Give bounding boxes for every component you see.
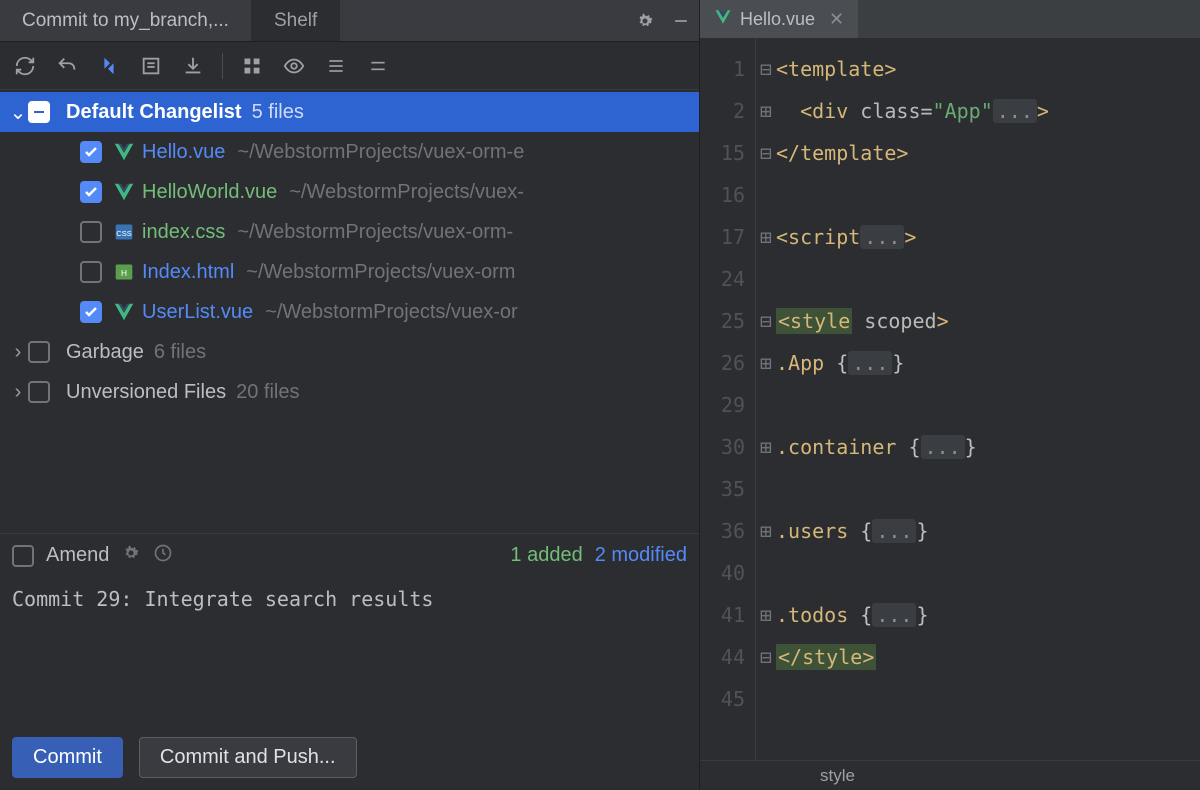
file-name: Index.html (142, 261, 234, 284)
tab-commit[interactable]: Commit to my_branch,... (0, 0, 252, 41)
file-count: 6 files (154, 341, 206, 364)
tab-label: Hello.vue (740, 9, 815, 30)
commit-buttons: Commit Commit and Push... (0, 737, 699, 790)
modified-count: 2 modified (595, 544, 687, 567)
file-row[interactable]: UserList.vue ~/WebstormProjects/vuex-or (0, 292, 699, 332)
file-name: Hello.vue (142, 141, 225, 164)
expand-icon[interactable] (319, 49, 353, 83)
amend-bar: Amend 1 added 2 modified (0, 533, 699, 577)
diff-icon[interactable] (92, 49, 126, 83)
file-count: 20 files (236, 381, 299, 404)
file-path: ~/WebstormProjects/vuex-orm- (237, 221, 513, 244)
file-row[interactable]: HelloWorld.vue ~/WebstormProjects/vuex- (0, 172, 699, 212)
chevron-down-icon[interactable]: ⌄ (8, 100, 28, 125)
changelist-icon[interactable] (134, 49, 168, 83)
css-icon: CSS (112, 220, 136, 244)
file-name: index.css (142, 221, 225, 244)
checkbox-partial[interactable] (28, 101, 50, 123)
vue-icon (112, 300, 136, 324)
vue-icon (714, 8, 732, 31)
file-path: ~/WebstormProjects/vuex-or (265, 301, 518, 324)
file-row[interactable]: Hello.vue ~/WebstormProjects/vuex-orm-e (0, 132, 699, 172)
line-gutter: 1 2 15 16 17 24 25 26 29 30 35 36 40 41 … (700, 38, 756, 760)
file-path: ~/WebstormProjects/vuex-orm-e (237, 141, 524, 164)
commit-message-area[interactable]: Commit 29: Integrate search results (0, 577, 699, 737)
checkbox[interactable] (80, 261, 102, 283)
commit-button[interactable]: Commit (12, 737, 123, 778)
checkbox[interactable] (28, 381, 50, 403)
rollback-icon[interactable] (50, 49, 84, 83)
history-icon[interactable] (153, 543, 173, 569)
commit-toolbar (0, 42, 699, 90)
view-icon[interactable] (277, 49, 311, 83)
commit-push-button[interactable]: Commit and Push... (139, 737, 357, 778)
changelist-default[interactable]: ⌄ Default Changelist 5 files (0, 92, 699, 132)
code-area[interactable]: <template> <div class="App"...> </templa… (776, 38, 1200, 760)
commit-options-gear-icon[interactable] (121, 543, 141, 569)
added-count: 1 added (510, 544, 582, 567)
gear-icon[interactable] (627, 3, 663, 39)
editor-tabs: Hello.vue ✕ (700, 0, 1200, 38)
panel-tabs: Commit to my_branch,... Shelf (0, 0, 699, 42)
collapse-icon[interactable] (361, 49, 395, 83)
amend-checkbox[interactable] (12, 545, 34, 567)
editor-panel: Hello.vue ✕ 1 2 15 16 17 24 25 26 29 30 … (700, 0, 1200, 790)
file-path: ~/WebstormProjects/vuex- (289, 181, 524, 204)
changes-tree: ⌄ Default Changelist 5 files Hello.vue ~… (0, 90, 699, 533)
breadcrumb[interactable]: style (700, 760, 1200, 790)
checkbox[interactable] (80, 221, 102, 243)
changelist-garbage[interactable]: › Garbage 6 files (0, 332, 699, 372)
file-name: HelloWorld.vue (142, 181, 277, 204)
file-name: UserList.vue (142, 301, 253, 324)
minimize-icon[interactable] (663, 3, 699, 39)
changelist-label: Unversioned Files (66, 381, 226, 404)
svg-text:H: H (121, 268, 127, 278)
vue-icon (112, 180, 136, 204)
vue-icon (112, 140, 136, 164)
checkbox[interactable] (80, 301, 102, 323)
changelist-label: Default Changelist (66, 101, 242, 124)
editor-body[interactable]: 1 2 15 16 17 24 25 26 29 30 35 36 40 41 … (700, 38, 1200, 760)
group-icon[interactable] (235, 49, 269, 83)
checkbox[interactable] (28, 341, 50, 363)
file-count: 5 files (252, 101, 304, 124)
unversioned-files[interactable]: › Unversioned Files 20 files (0, 372, 699, 412)
chevron-right-icon[interactable]: › (8, 341, 28, 364)
shelve-icon[interactable] (176, 49, 210, 83)
refresh-icon[interactable] (8, 49, 42, 83)
file-row[interactable]: CSS index.css ~/WebstormProjects/vuex-or… (0, 212, 699, 252)
chevron-right-icon[interactable]: › (8, 381, 28, 404)
editor-tab-hello[interactable]: Hello.vue ✕ (700, 0, 858, 38)
changelist-label: Garbage (66, 341, 144, 364)
file-row[interactable]: H Index.html ~/WebstormProjects/vuex-orm (0, 252, 699, 292)
checkbox[interactable] (80, 141, 102, 163)
fold-column[interactable]: ⊟⊞⊟ ⊞ ⊟⊞ ⊞ ⊞ ⊞⊟ (756, 38, 776, 760)
svg-text:CSS: CSS (116, 229, 131, 238)
tab-shelf[interactable]: Shelf (252, 0, 340, 41)
commit-panel: Commit to my_branch,... Shelf ⌄ Default … (0, 0, 700, 790)
close-icon[interactable]: ✕ (829, 9, 844, 30)
checkbox[interactable] (80, 181, 102, 203)
html-icon: H (112, 260, 136, 284)
amend-label: Amend (46, 544, 109, 567)
file-path: ~/WebstormProjects/vuex-orm (246, 261, 515, 284)
